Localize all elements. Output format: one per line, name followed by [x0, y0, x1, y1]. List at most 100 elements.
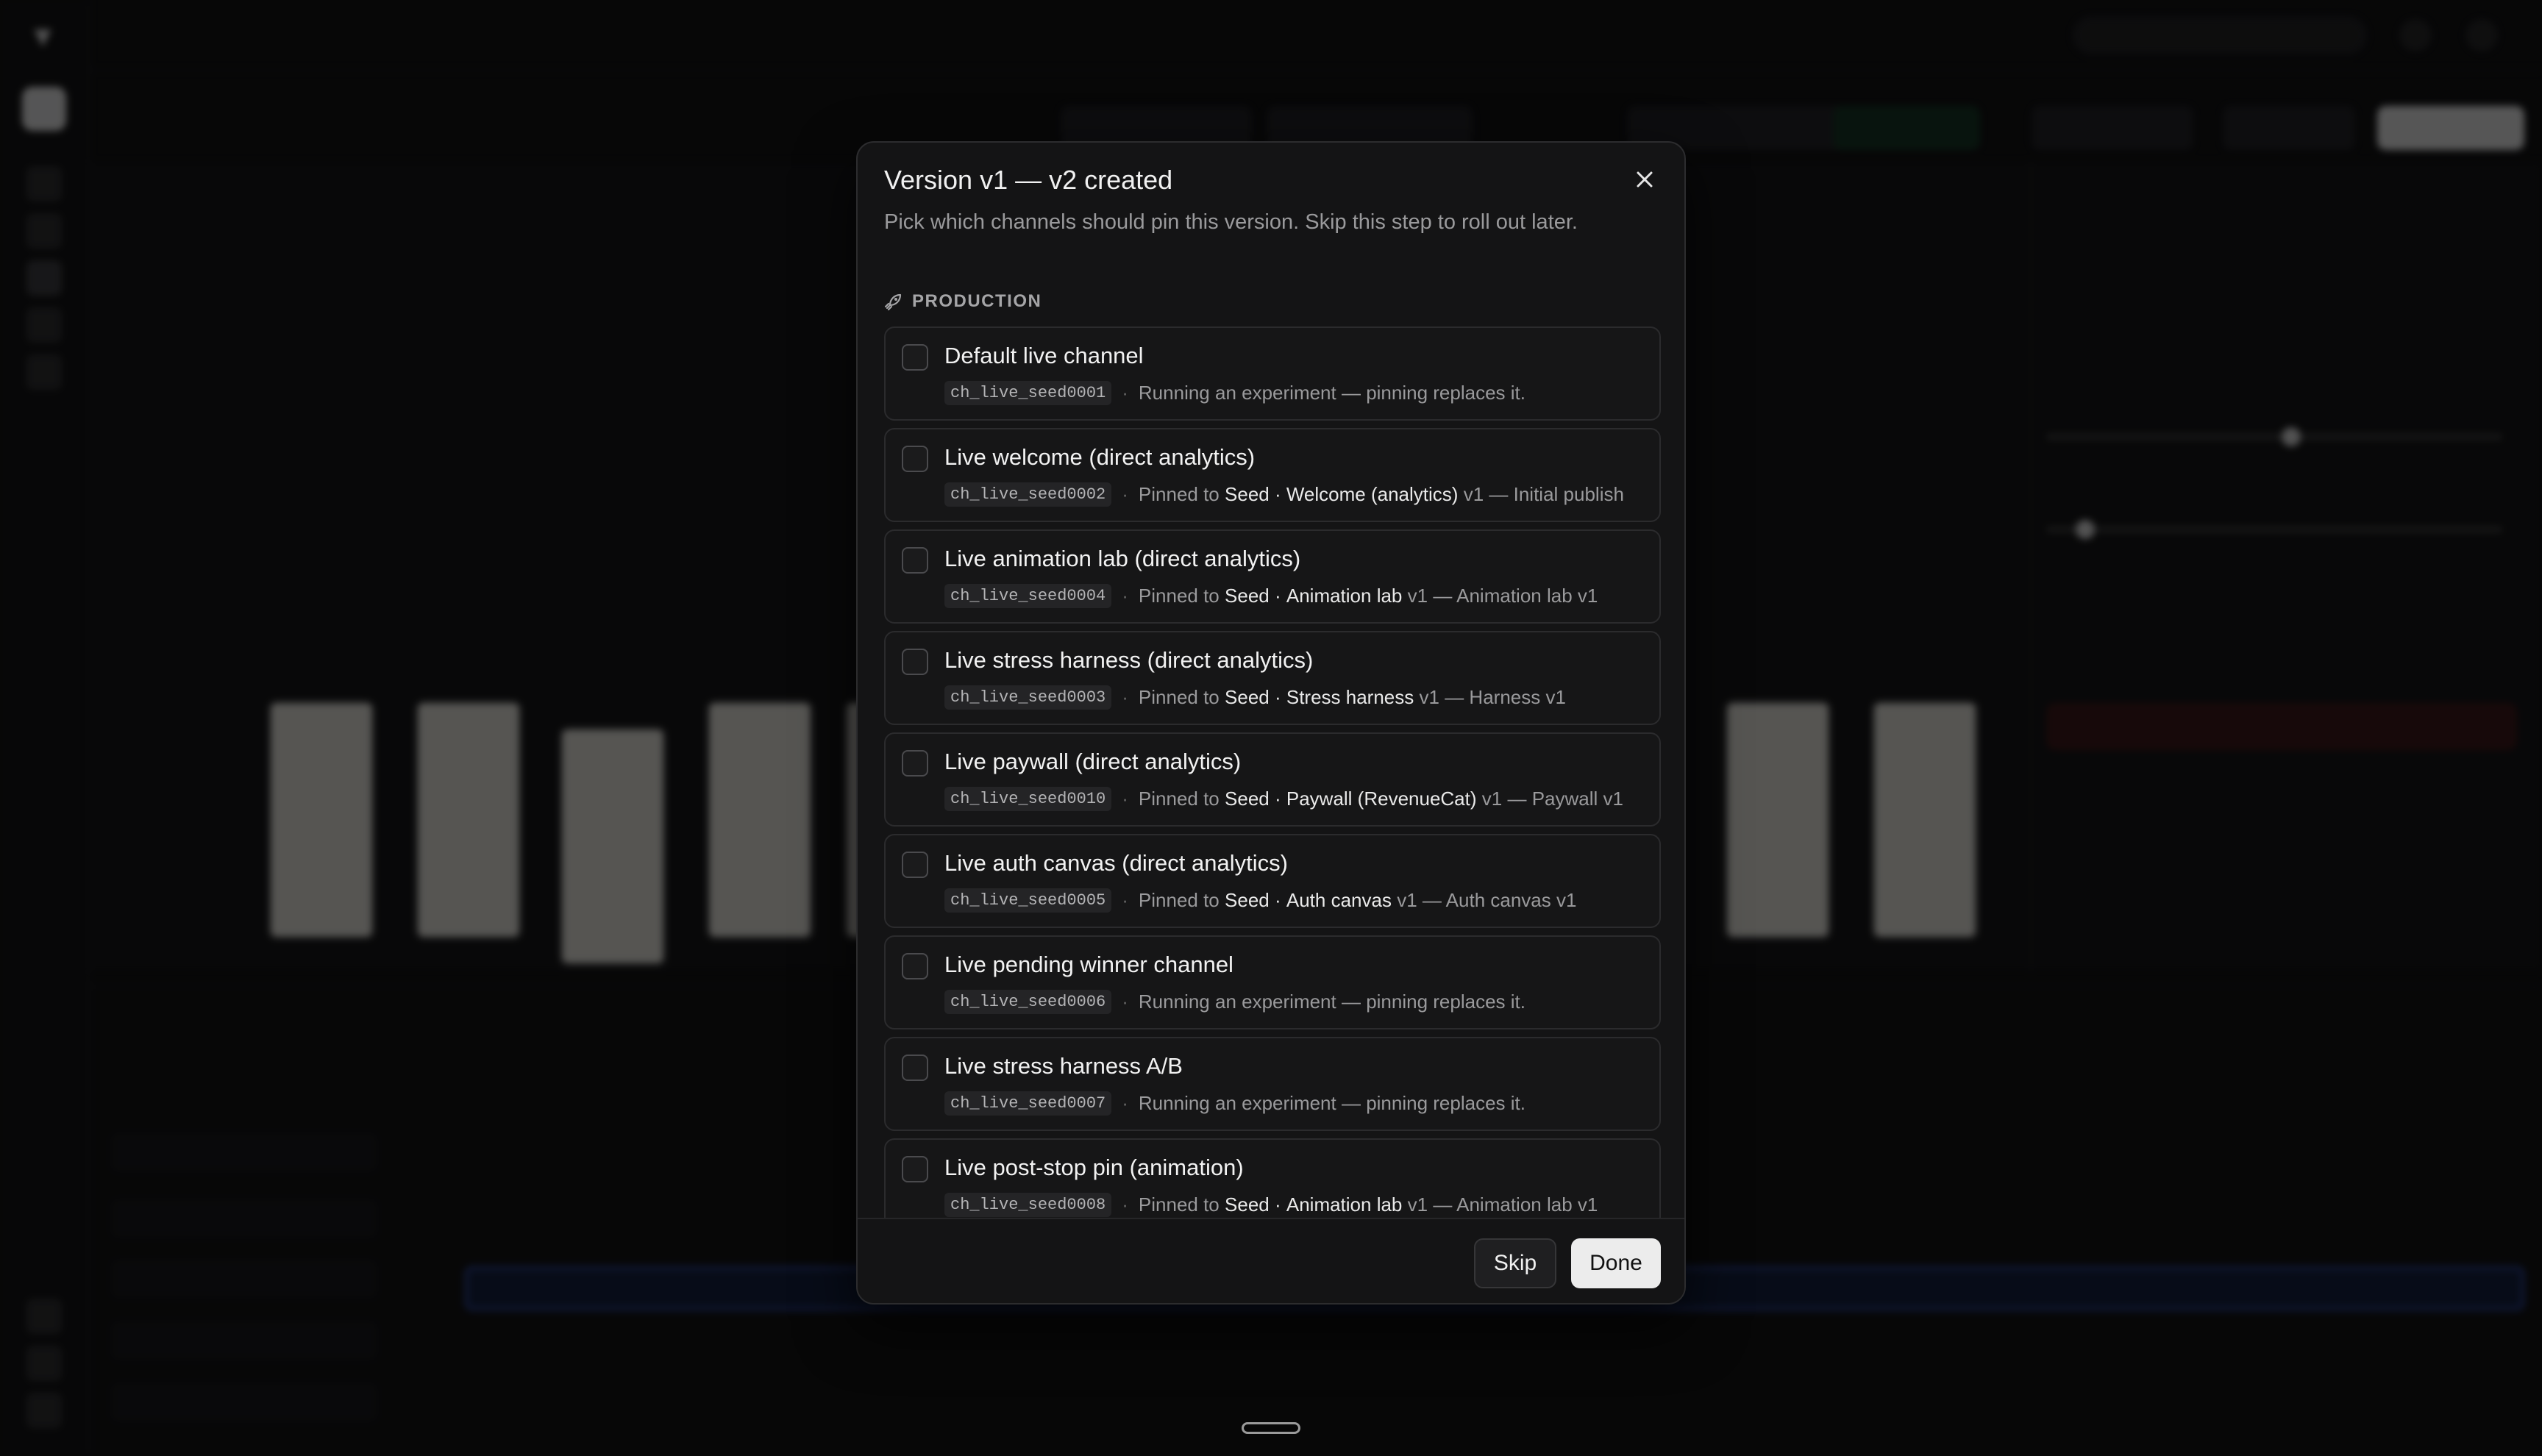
pinned-flow: Auth canvas — [1286, 889, 1392, 911]
channel-name: Live animation lab (direct analytics) — [944, 546, 1301, 571]
section-header: PRODUCTION — [884, 291, 1042, 312]
modal-description: Pick which channels should pin this vers… — [884, 210, 1578, 234]
channel-list[interactable]: Default live channel ch_live_seed0001 · … — [884, 326, 1661, 1218]
rocket-icon — [884, 293, 902, 311]
channel-row[interactable]: Live welcome (direct analytics) ch_live_… — [884, 428, 1661, 522]
pinned-note: — Auth canvas v1 — [1422, 889, 1577, 911]
pinned-note: — Paywall v1 — [1507, 788, 1623, 810]
meta-dot: · — [1269, 788, 1286, 810]
channel-id: ch_live_seed0007 — [944, 1091, 1112, 1116]
pinned-flow: Welcome (analytics) — [1286, 483, 1459, 505]
channel-name: Live stress harness A/B — [944, 1053, 1183, 1079]
channel-checkbox[interactable] — [902, 1156, 928, 1182]
pinned-project: Seed — [1225, 788, 1270, 810]
scroll-handle[interactable] — [1242, 1422, 1300, 1434]
pinned-version: v1 — [1463, 483, 1484, 505]
meta-dot: · — [1269, 889, 1286, 911]
channel-id: ch_live_seed0004 — [944, 584, 1112, 608]
channel-meta: ch_live_seed0003 · Pinned to Seed · Stre… — [944, 685, 1566, 710]
done-button[interactable]: Done — [1571, 1238, 1661, 1288]
pinned-note: — Harness v1 — [1445, 686, 1566, 708]
skip-button[interactable]: Skip — [1474, 1238, 1556, 1288]
meta-dot: · — [1269, 585, 1286, 607]
channel-id: ch_live_seed0003 — [944, 685, 1112, 710]
pinned-note: — Initial publish — [1489, 483, 1624, 505]
channel-meta: ch_live_seed0004 · Pinned to Seed · Anim… — [944, 584, 1598, 608]
channel-meta: ch_live_seed0010 · Pinned to Seed · Payw… — [944, 787, 1623, 811]
meta-separator: · — [1122, 382, 1128, 404]
pinned-version: v1 — [1407, 585, 1428, 607]
pinned-project: Seed — [1225, 889, 1270, 911]
channel-row[interactable]: Live stress harness (direct analytics) c… — [884, 631, 1661, 725]
channel-id: ch_live_seed0006 — [944, 990, 1112, 1014]
pinned-version: v1 — [1397, 889, 1417, 911]
pinned-prefix: Pinned to — [1138, 483, 1220, 505]
pinned-version: v1 — [1419, 686, 1439, 708]
channel-status: Running an experiment — pinning replaces… — [1138, 991, 1525, 1013]
pinned-flow: Animation lab — [1286, 1193, 1403, 1216]
channel-meta: ch_live_seed0005 · Pinned to Seed · Auth… — [944, 888, 1576, 913]
channel-checkbox[interactable] — [902, 344, 928, 371]
channel-row[interactable]: Live pending winner channel ch_live_seed… — [884, 935, 1661, 1029]
pinned-flow: Stress harness — [1286, 686, 1414, 708]
pinned-prefix: Pinned to — [1138, 686, 1220, 708]
channel-meta: ch_live_seed0002 · Pinned to Seed · Welc… — [944, 482, 1624, 507]
channel-meta: ch_live_seed0006 · Running an experiment… — [944, 990, 1525, 1014]
channel-id: ch_live_seed0008 — [944, 1193, 1112, 1217]
pinned-project: Seed — [1225, 686, 1270, 708]
meta-separator: · — [1122, 585, 1128, 607]
channel-row[interactable]: Default live channel ch_live_seed0001 · … — [884, 326, 1661, 421]
meta-dot: · — [1269, 686, 1286, 708]
channel-checkbox[interactable] — [902, 852, 928, 878]
channel-name: Live pending winner channel — [944, 952, 1233, 977]
meta-dot: · — [1269, 483, 1286, 505]
channel-row[interactable]: Live auth canvas (direct analytics) ch_l… — [884, 834, 1661, 928]
channel-checkbox[interactable] — [902, 1054, 928, 1081]
channel-row[interactable]: Live stress harness A/B ch_live_seed0007… — [884, 1037, 1661, 1131]
pinned-project: Seed — [1225, 483, 1270, 505]
meta-separator: · — [1122, 1193, 1128, 1216]
pinned-prefix: Pinned to — [1138, 585, 1220, 607]
pinned-prefix: Pinned to — [1138, 889, 1220, 911]
pinned-version: v1 — [1407, 1193, 1428, 1216]
meta-separator: · — [1122, 991, 1128, 1013]
channel-name: Live auth canvas (direct analytics) — [944, 850, 1288, 876]
section-label: PRODUCTION — [912, 291, 1042, 311]
channel-checkbox[interactable] — [902, 446, 928, 472]
channel-row[interactable]: Live paywall (direct analytics) ch_live_… — [884, 732, 1661, 827]
channel-meta: ch_live_seed0001 · Running an experiment… — [944, 381, 1525, 405]
channel-checkbox[interactable] — [902, 750, 928, 777]
meta-separator: · — [1122, 1092, 1128, 1114]
pinned-prefix: Pinned to — [1138, 788, 1220, 810]
meta-dot: · — [1269, 1193, 1286, 1216]
channel-checkbox[interactable] — [902, 547, 928, 574]
close-button[interactable] — [1627, 162, 1662, 197]
channel-row[interactable]: Live post-stop pin (animation) ch_live_s… — [884, 1138, 1661, 1218]
modal-footer: Skip Done — [858, 1218, 1684, 1303]
channel-checkbox[interactable] — [902, 953, 928, 979]
close-icon — [1637, 171, 1653, 188]
channel-meta: ch_live_seed0008 · Pinned to Seed · Anim… — [944, 1193, 1598, 1217]
channel-row[interactable]: Live animation lab (direct analytics) ch… — [884, 529, 1661, 624]
pin-version-modal: Version v1 — v2 created Pick which chann… — [856, 141, 1686, 1305]
channel-checkbox[interactable] — [902, 649, 928, 675]
pinned-project: Seed — [1225, 585, 1270, 607]
meta-separator: · — [1122, 483, 1128, 505]
meta-separator: · — [1122, 686, 1128, 708]
channel-name: Live stress harness (direct analytics) — [944, 647, 1314, 673]
channel-name: Live paywall (direct analytics) — [944, 749, 1242, 774]
meta-separator: · — [1122, 889, 1128, 911]
channel-name: Live welcome (direct analytics) — [944, 444, 1256, 470]
pinned-note: — Animation lab v1 — [1433, 585, 1598, 607]
pinned-project: Seed — [1225, 1193, 1270, 1216]
meta-separator: · — [1122, 788, 1128, 810]
channel-name: Default live channel — [944, 343, 1144, 368]
channel-name: Live post-stop pin (animation) — [944, 1155, 1244, 1180]
channel-meta: ch_live_seed0007 · Running an experiment… — [944, 1091, 1525, 1116]
channel-id: ch_live_seed0010 — [944, 787, 1112, 811]
channel-id: ch_live_seed0001 — [944, 381, 1112, 405]
pinned-note: — Animation lab v1 — [1433, 1193, 1598, 1216]
pinned-flow: Animation lab — [1286, 585, 1403, 607]
channel-id: ch_live_seed0002 — [944, 482, 1112, 507]
pinned-flow: Paywall (RevenueCat) — [1286, 788, 1477, 810]
